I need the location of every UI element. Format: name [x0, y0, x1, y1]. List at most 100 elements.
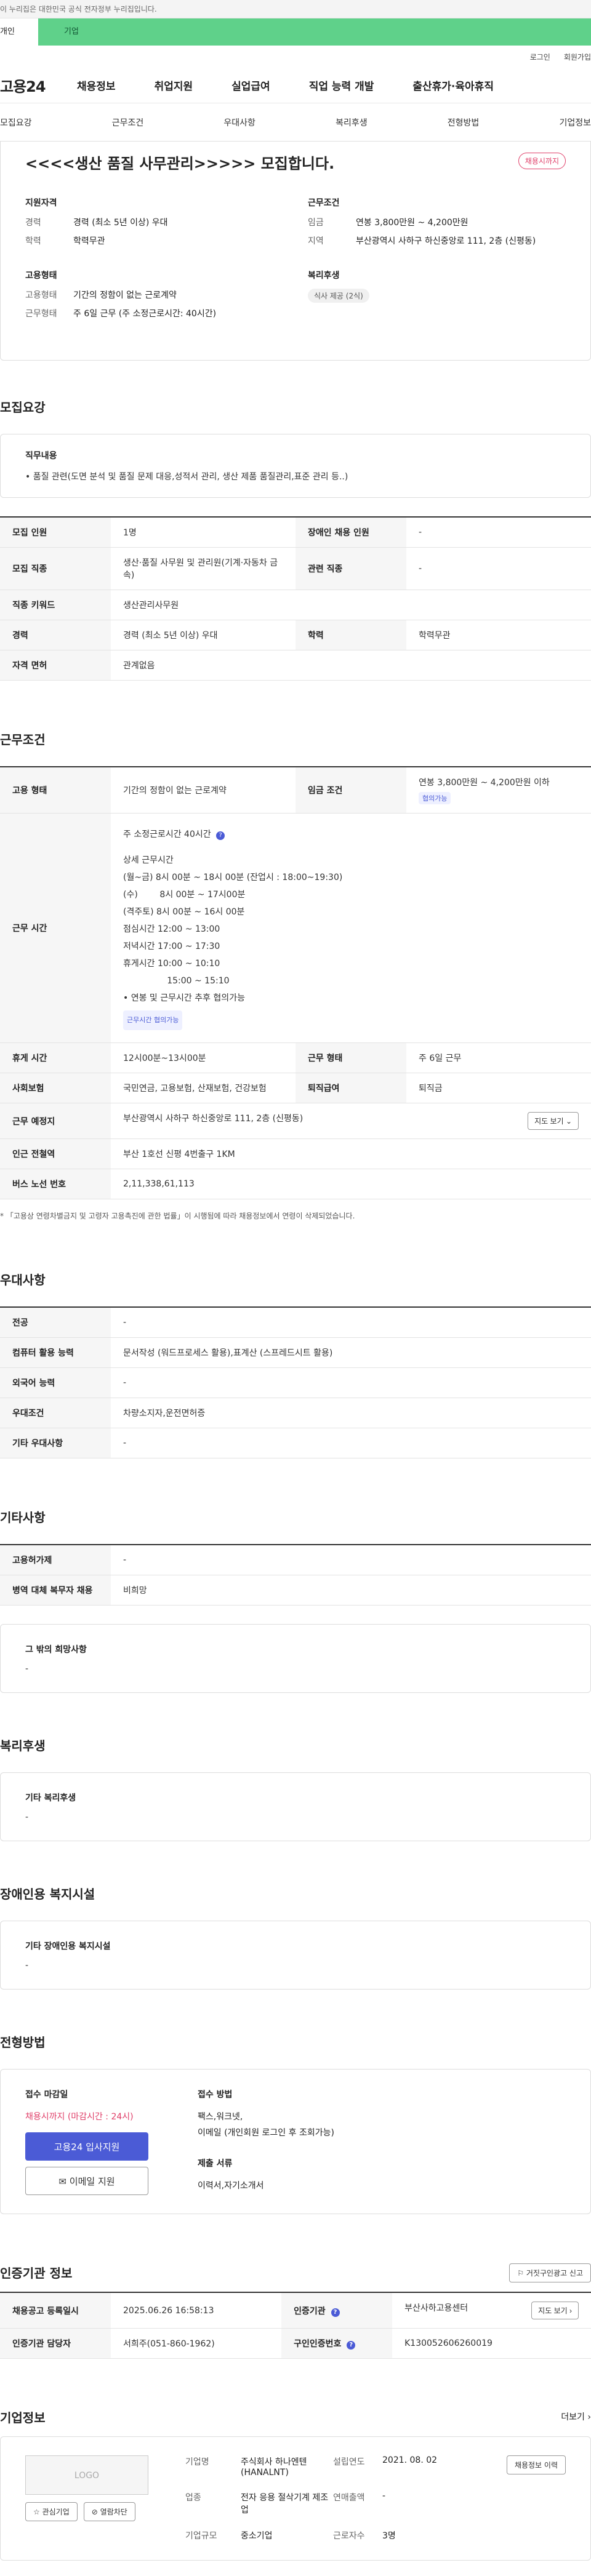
cell-label: 관련 직종 [296, 547, 406, 590]
report-icon: ⚐ [517, 2269, 525, 2278]
sum-label: 지역 [308, 236, 324, 246]
hours-line: 15:00 ~ 15:10 [123, 976, 230, 986]
cell-label: 직종 키워드 [0, 590, 111, 620]
company-field-value: 3명 [382, 2531, 396, 2541]
docs-text: 이력서,자기소개서 [198, 2181, 264, 2191]
duty-heading: 직무내용 [25, 451, 57, 461]
cell-label: 컴퓨터 활용 능력 [0, 1337, 111, 1368]
conditions-section-title: 근무조건 [0, 732, 46, 747]
anchor-conditions[interactable]: 근무조건 [112, 116, 144, 129]
gnb-item-employment-support[interactable]: 취업지원 [155, 78, 193, 93]
table-row: 기타 우대사항 - [0, 1428, 591, 1458]
map-view-button[interactable]: 지도 보기 ⌄ [528, 1112, 579, 1130]
favorite-label: 관심기업 [42, 2508, 70, 2516]
table-row: 경력 경력 (최소 5년 이상) 우대 학력 학력무관 [0, 620, 591, 650]
table-row: 모집 직종 생산·품질 사무원 및 관리원(기계·자동차 금속) 관련 직종 - [0, 547, 591, 590]
tab-personal[interactable]: 개인 [0, 18, 38, 46]
disability-box: 기타 장애인용 복지시설 - [0, 1921, 591, 1990]
gnb-item-unemployment-benefit[interactable]: 실업급여 [231, 78, 270, 93]
hours-negotiable-pill: 근무시간 협의가능 [123, 1010, 183, 1030]
company-field-value: 전자 응용 절삭기계 제조업 [241, 2493, 329, 2515]
table-row: 사회보험 국민연금, 고용보험, 산재보험, 건강보험 퇴직급여 퇴직금 [0, 1073, 591, 1103]
block-view-button[interactable]: ⊘ 열람차단 [83, 2502, 135, 2521]
cell-value: - [111, 1428, 591, 1458]
cell-label: 기타 우대사항 [0, 1428, 111, 1458]
table-row: 모집 인원 1명 장애인 채용 인원 - [0, 517, 591, 548]
cell-label: 모집 인원 [0, 517, 111, 548]
cell-value: 기간의 정함이 없는 근로계약 [111, 767, 296, 814]
welfare-heading: 복리후생 [308, 271, 340, 281]
company-more-link[interactable]: 더보기 › [561, 2410, 591, 2423]
apply-button[interactable]: 고용24 입사지원 [25, 2132, 148, 2161]
summary-employment: 고용형태 고용형태 기간의 정함이 없는 근로계약 근무형태 주 6일 근무 (주 … [25, 269, 283, 326]
anchor-recruit[interactable]: 모집요강 [0, 116, 32, 129]
welfare-box-text: - [25, 1812, 29, 1822]
info-icon[interactable]: ? [216, 831, 225, 840]
gnb-item-leave[interactable]: 출산휴가·육아휴직 [412, 78, 494, 93]
sum-value: 연봉 3,800만원 ~ 4,200만원 [356, 218, 468, 228]
hours-line: • 연봉 및 근무시간 추후 협의가능 [123, 993, 245, 1003]
location-value: 부산광역시 사하구 하신중앙로 111, 2층 (신평동) [123, 1114, 304, 1124]
welfare-pill: 식사 제공 (2식) [308, 289, 369, 303]
deadline-text: 채용시까지 (마감시간 : 24시) [25, 2112, 134, 2122]
job-title: <<<<생산 품질 사무관리>>>>> 모집합니다. [25, 155, 335, 172]
duty-text: • 품질 관련(도면 분석 및 품질 문제 대응,성적서 관리, 생산 제품 품… [25, 472, 348, 482]
hours-cell: 주 소정근로시간 40시간 ? 상세 근무시간 (월~금) 8시 00분 ~ 1… [111, 813, 591, 1043]
location-cell: 부산광역시 사하구 하신중앙로 111, 2층 (신평동) 지도 보기 ⌄ [111, 1103, 591, 1139]
favorite-company-button[interactable]: ☆ 관심기업 [25, 2502, 78, 2521]
company-field-label: 기업규모 [185, 2531, 217, 2541]
join-link[interactable]: 회원가입 [564, 52, 591, 62]
hours-line: 점심시간 12:00 ~ 13:00 [123, 924, 220, 934]
conditions-table: 고용 형태 기간의 정함이 없는 근로계약 임금 조건 연봉 3,800만원 ~… [0, 766, 591, 1199]
company-info-grid: 기업명 주식회사 하나엔텐 (HANALNT) 설립연도 2021. 08. 0… [185, 2455, 475, 2542]
anchor-preference[interactable]: 우대사항 [223, 116, 255, 129]
login-link[interactable]: 로그인 [530, 52, 550, 62]
employment-heading: 고용형태 [25, 271, 57, 281]
anchor-welfare[interactable]: 복리후생 [336, 116, 368, 129]
false-ad-report-button[interactable]: ⚐ 거짓구인광고 신고 [509, 2263, 591, 2282]
info-icon[interactable]: ? [331, 2308, 340, 2317]
table-row: 인근 전철역 부산 1호선 신평 4번출구 1KM [0, 1138, 591, 1169]
info-icon[interactable]: ? [347, 2341, 356, 2350]
table-row: 버스 노선 번호 2,11,338,61,113 [0, 1169, 591, 1199]
table-row: 컴퓨터 활용 능력 문서작성 (워드프로세스 활용),표계산 (스프레드시트 활용… [0, 1337, 591, 1368]
company-section-title: 기업정보 [0, 2410, 46, 2425]
cert-org-value: 부산사하고용센터 [404, 2303, 468, 2313]
selection-box: 접수 마감일 채용시까지 (마감시간 : 24시) 고용24 입사지원 ✉ 이메… [0, 2069, 591, 2214]
gnb-item-job-training[interactable]: 직업 능력 개발 [309, 78, 374, 93]
cell-value: 퇴직금 [406, 1073, 591, 1103]
hours-line: (월~금) 8시 00분 ~ 18시 00분 (잔업시 : 18:00~19:3… [123, 873, 343, 882]
age-note: * 「고용상 연령차별금지 및 고령자 고용촉진에 관한 법률」이 시행됨에 따… [0, 1212, 355, 1220]
site-logo[interactable]: 고용24 [0, 74, 77, 96]
hours-line: 주 소정근로시간 40시간 ? [123, 826, 579, 843]
company-field-label: 기업명 [185, 2457, 209, 2467]
cell-value: 비희망 [111, 1575, 591, 1606]
selection-section-title: 전형방법 [0, 2035, 46, 2050]
email-apply-button[interactable]: ✉ 이메일 지원 [25, 2167, 148, 2195]
cell-label: 휴게 시간 [0, 1042, 111, 1073]
cell-label: 모집 직종 [0, 547, 111, 590]
cell-label: 학력 [296, 620, 406, 650]
sum-label: 임금 [308, 218, 324, 228]
anchor-selection[interactable]: 전형방법 [448, 116, 480, 129]
cell-value: 문서작성 (워드프로세스 활용),표계산 (스프레드시트 활용) [111, 1337, 591, 1368]
table-row: 인증기관 담당자 서희주(051-860-1962) 구인인증번호 ? K130… [0, 2328, 591, 2359]
method-line: 이메일 (개인회원 로그인 후 조회가능) [198, 2128, 334, 2138]
qualification-heading: 지원자격 [25, 198, 57, 208]
util-bar: 로그인 회원가입 [0, 46, 591, 68]
chevron-right-icon: › [569, 2306, 572, 2315]
anchor-company[interactable]: 기업정보 [559, 116, 591, 129]
gnb-item-jobs[interactable]: 채용정보 [77, 78, 116, 93]
table-row: 외국어 능력 - [0, 1367, 591, 1398]
company-more-label: 더보기 [561, 2412, 585, 2422]
wage-negotiable-pill: 협의가능 [419, 792, 451, 804]
cell-label: 인증기관 담당자 [0, 2328, 111, 2359]
cell-label: 우대조건 [0, 1398, 111, 1428]
cert-map-button[interactable]: 지도 보기 › [531, 2302, 579, 2319]
false-ad-report-label: 거짓구인광고 신고 [526, 2269, 583, 2278]
cell-value: 차량소지자,운전면허증 [111, 1398, 591, 1428]
etc-wish-box: 그 밖의 희망사항 - [0, 1624, 591, 1693]
tab-company[interactable]: 기업 [38, 18, 591, 46]
recruit-history-button[interactable]: 채용정보 이력 [506, 2455, 566, 2474]
wage-value: 연봉 3,800만원 ~ 4,200만원 이하 [419, 778, 550, 788]
